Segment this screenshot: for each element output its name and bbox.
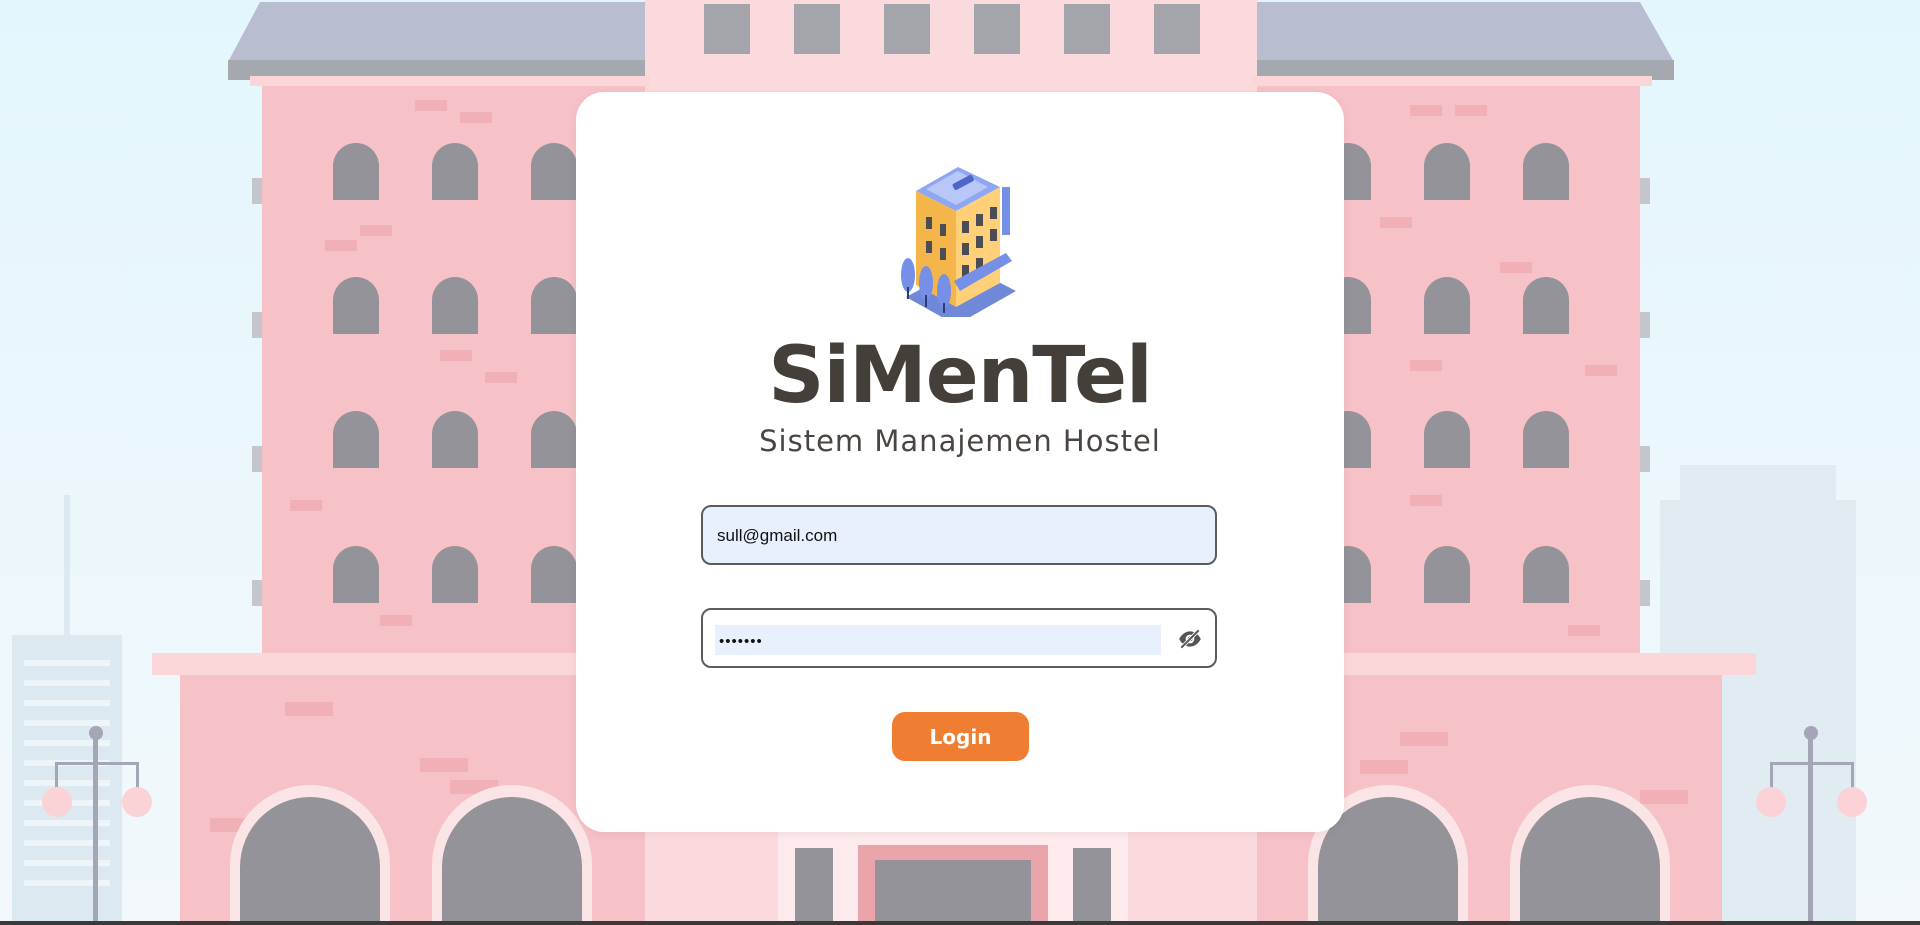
email-field[interactable] [701, 505, 1217, 565]
login-card: SiMenTel Sistem Manajemen Hostel Login [576, 92, 1344, 832]
email-input[interactable] [715, 507, 1209, 565]
password-field[interactable] [701, 608, 1217, 668]
password-autofill-highlight [715, 625, 1161, 657]
app-title: SiMenTel [768, 331, 1152, 421]
hotel-building-logo [901, 167, 1016, 317]
eye-off-icon[interactable] [1177, 626, 1203, 652]
password-input[interactable] [717, 625, 1161, 657]
login-button[interactable]: Login [892, 712, 1029, 761]
app-subtitle: Sistem Manajemen Hostel [759, 424, 1161, 458]
